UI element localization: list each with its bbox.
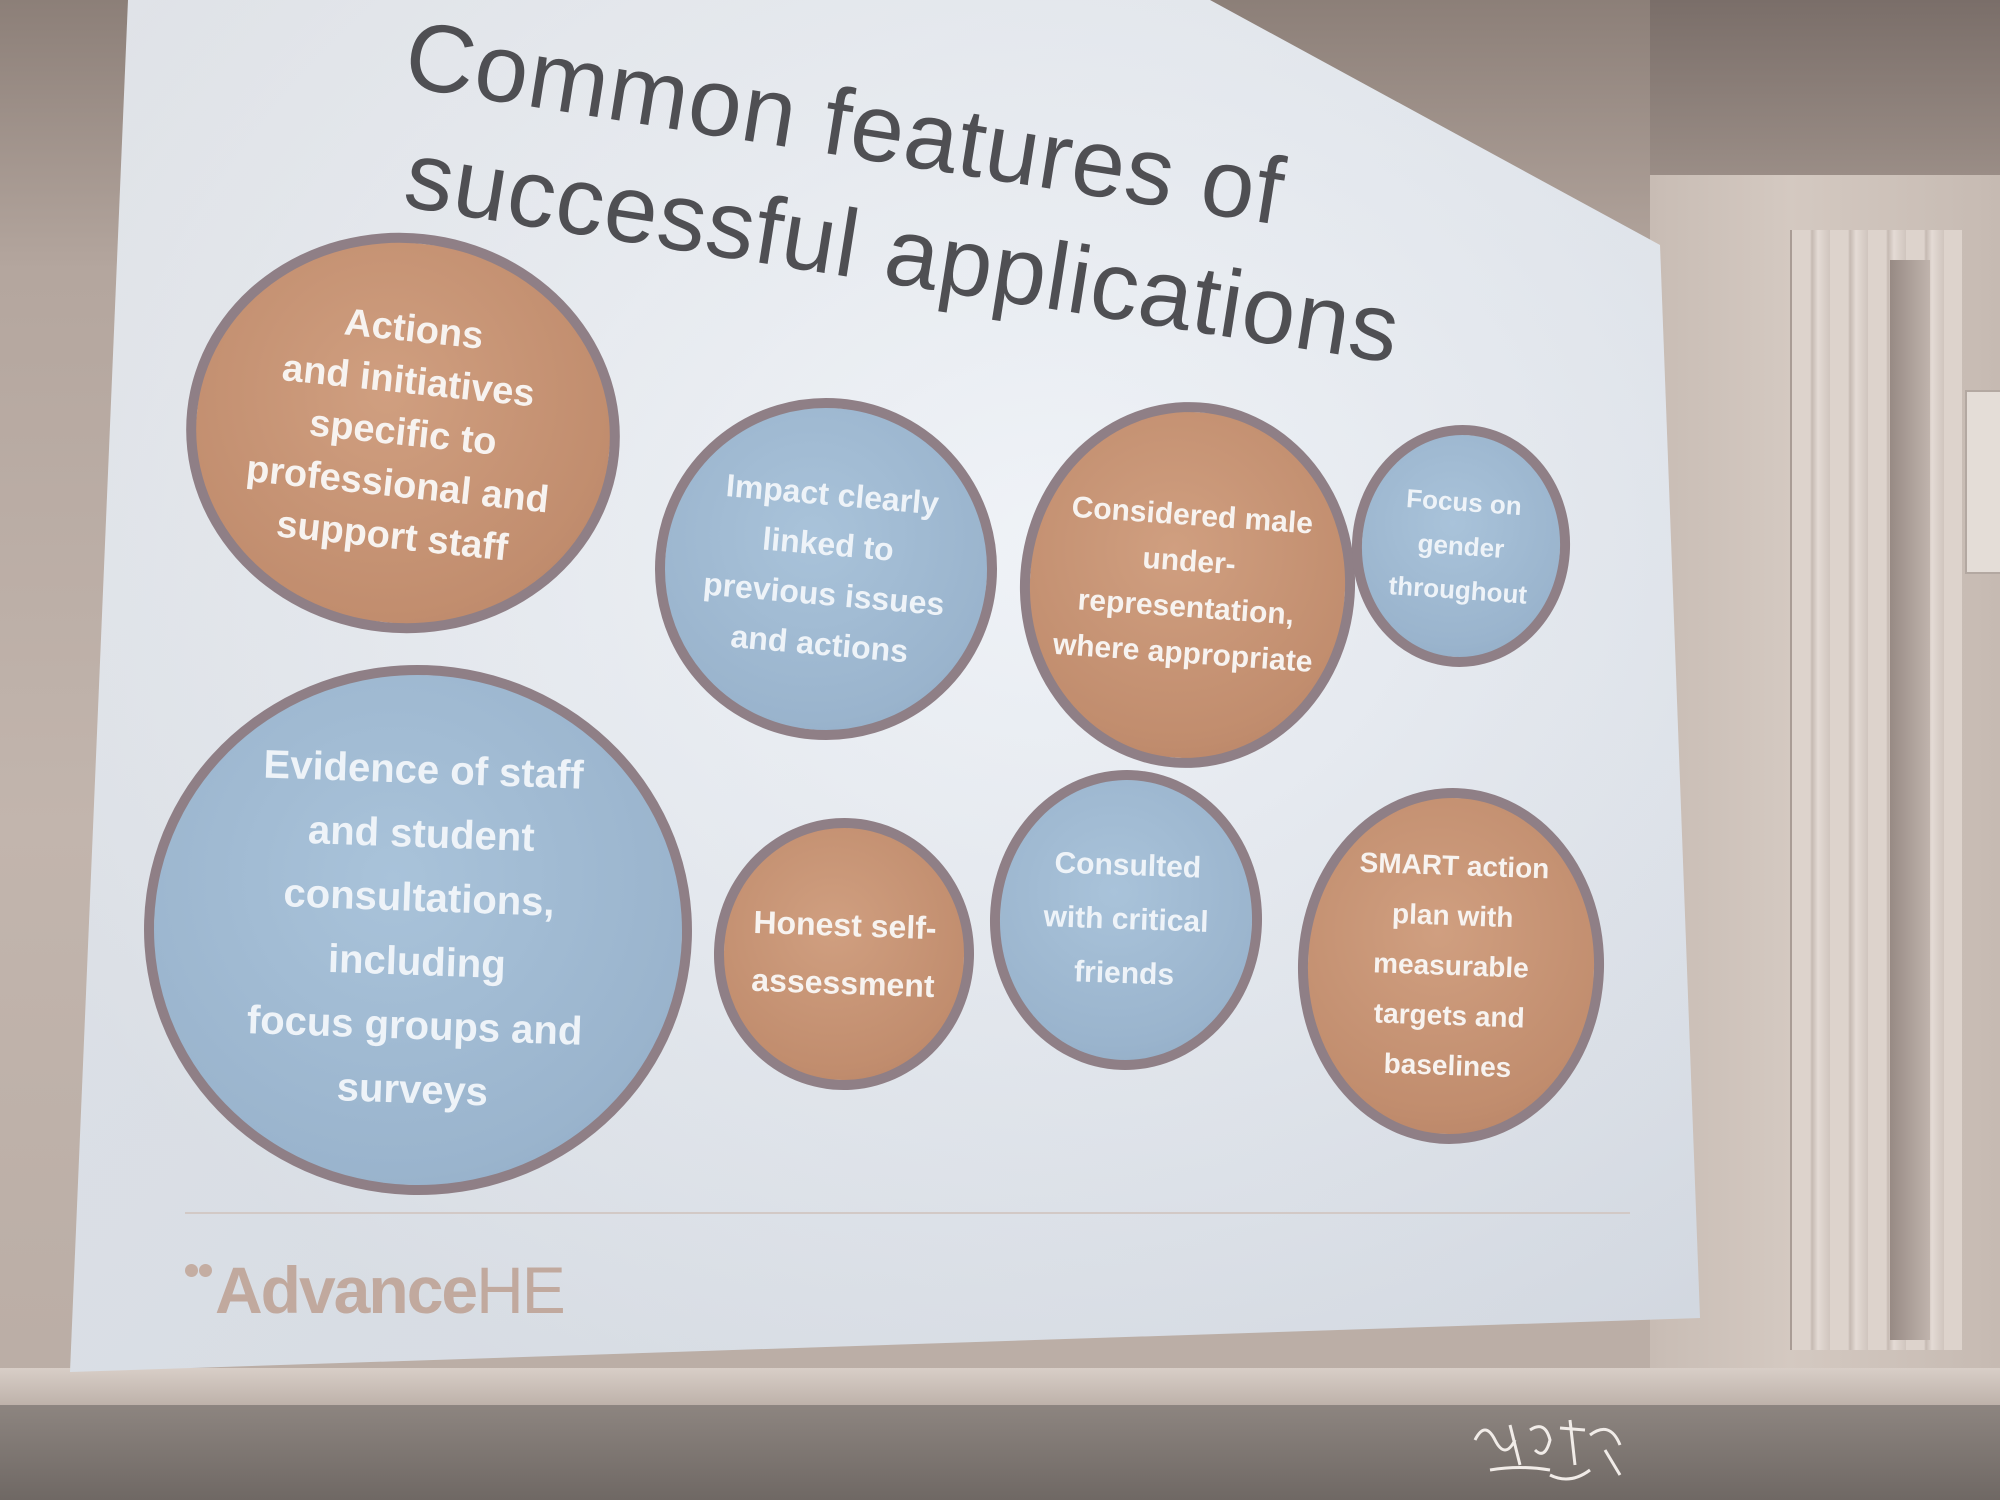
feature-text: Evidence of staff and student consultati…	[246, 742, 585, 1115]
logo-wordmark: AdvanceHE	[215, 1250, 566, 1330]
wall-panel	[1965, 390, 2000, 574]
advance-he-logo: AdvanceHE	[185, 1250, 605, 1340]
logo-word-advance: Advance	[215, 1253, 478, 1327]
curtain	[1790, 230, 1962, 1350]
logo-dots-icon	[185, 1264, 215, 1284]
screen-frame-bottom	[0, 1368, 2000, 1408]
feature-text: Considered male under- representation, w…	[1051, 490, 1315, 679]
feature-text: Consulted with critical friends	[1042, 846, 1210, 992]
feature-text: SMART action plan with measurable target…	[1359, 846, 1550, 1084]
wall-scribble-graffiti	[1473, 1419, 1622, 1481]
curtain-fold-shadow	[1890, 260, 1930, 1340]
feature-text: Impact clearly linked to previous issues…	[701, 467, 946, 670]
lower-wall	[0, 1405, 2000, 1500]
feature-text: Honest self- assessment	[750, 903, 938, 1005]
ceiling-shadow	[1650, 0, 2000, 175]
feature-text: Focus on gender throughout	[1387, 483, 1529, 610]
logo-word-he: HE	[476, 1253, 566, 1327]
feature-text: Actions and initiatives specific to prof…	[244, 301, 551, 570]
footer-divider	[185, 1212, 1630, 1214]
